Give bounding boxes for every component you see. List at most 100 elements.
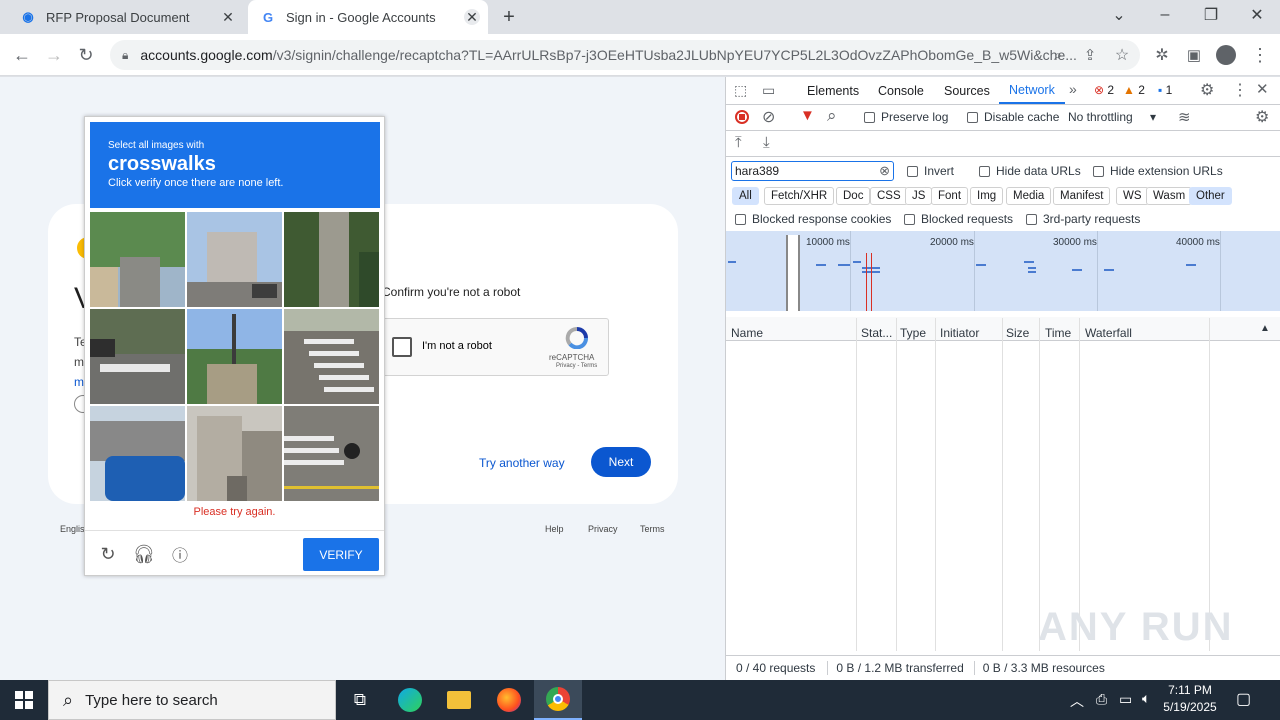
hide-extension-urls-checkbox[interactable]: Hide extension URLs (1093, 164, 1223, 178)
challenge-tile[interactable] (187, 406, 282, 501)
address-bar[interactable]: 🔒︎ accounts.google.com/v3/signin/challen… (110, 40, 1140, 70)
clear-icon[interactable]: ⊘ (762, 107, 775, 127)
window-close-icon[interactable]: ✕ (1234, 0, 1280, 30)
sort-arrow-icon[interactable]: ▲ (1260, 323, 1270, 334)
footer-help[interactable]: Help (545, 524, 564, 534)
filter-manifest[interactable]: Manifest (1053, 187, 1111, 205)
next-button[interactable]: Next (591, 447, 651, 477)
close-icon[interactable]: ✕ (220, 9, 236, 25)
challenge-tile[interactable] (90, 309, 185, 404)
minimize-icon[interactable]: – (1142, 0, 1188, 30)
disable-cache-checkbox[interactable]: Disable cache (967, 110, 1059, 124)
overview-selection-handle[interactable] (786, 235, 800, 311)
invert-checkbox[interactable]: Invert (907, 164, 954, 178)
blocked-cookies-checkbox[interactable]: Blocked response cookies (735, 212, 891, 226)
tray-app-icon[interactable]: ⎙ (1096, 691, 1107, 708)
warning-count[interactable]: ▲ 2 (1123, 83, 1145, 97)
taskbar-clock[interactable]: 7:11 PM 5/19/2025 (1160, 682, 1220, 718)
notifications-icon[interactable]: ▢ (1236, 689, 1251, 709)
tab-search-icon[interactable]: ⌄ (1096, 0, 1142, 30)
firefox-icon[interactable] (485, 680, 533, 720)
challenge-tile[interactable] (284, 406, 379, 501)
challenge-tile[interactable] (90, 406, 185, 501)
filter-js[interactable]: JS (905, 187, 933, 205)
filter-other[interactable]: Other (1189, 187, 1232, 205)
try-another-link[interactable]: Try another way (479, 456, 565, 470)
language-selector[interactable]: Englis (60, 524, 85, 534)
menu-dots-icon[interactable]: ⋮ (1247, 42, 1273, 68)
challenge-tile[interactable] (187, 309, 282, 404)
close-icon[interactable]: ✕ (464, 9, 480, 25)
tab-rfp[interactable]: ◉ RFP Proposal Document ✕ (8, 0, 244, 34)
close-devtools-icon[interactable]: ✕ (1256, 80, 1269, 98)
import-har-icon[interactable]: ⤒ (735, 134, 742, 151)
settings-gear-icon[interactable]: ⚙ (1200, 80, 1214, 100)
taskbar-search-box[interactable]: ⌕ Type here to search (48, 680, 336, 720)
challenge-tile[interactable] (284, 212, 379, 307)
devtools-menu-icon[interactable]: ⋮ (1232, 80, 1248, 100)
throttling-select[interactable]: No throttling ▾ (1068, 110, 1156, 124)
recaptcha-links[interactable]: Privacy - Terms (556, 363, 597, 369)
filter-font[interactable]: Font (931, 187, 969, 205)
record-stop-icon[interactable] (735, 110, 749, 124)
more-tabs-icon[interactable]: » (1069, 81, 1077, 97)
tray-chevron-icon[interactable]: ︿ (1070, 691, 1084, 711)
network-conditions-icon[interactable]: ≋ (1178, 108, 1191, 126)
filter-input[interactable]: hara389 ⊗ (731, 161, 894, 181)
preserve-log-checkbox[interactable]: Preserve log (864, 110, 948, 124)
side-panel-icon[interactable]: ▣ (1181, 42, 1207, 68)
new-tab-icon[interactable]: + (498, 6, 520, 28)
search-icon[interactable]: ⌕ (827, 106, 837, 126)
challenge-tile[interactable] (284, 309, 379, 404)
forward-icon[interactable]: → (41, 42, 67, 68)
chrome-icon[interactable] (534, 680, 582, 720)
column-waterfall[interactable]: Waterfall (1085, 326, 1132, 342)
windows-start-icon[interactable] (0, 680, 48, 720)
column-initiator[interactable]: Initiator (940, 326, 979, 342)
filter-all[interactable]: All (732, 187, 759, 205)
filter-wasm[interactable]: Wasm (1146, 187, 1193, 205)
bookmark-star-icon[interactable]: ☆ (1109, 42, 1135, 68)
hide-data-urls-checkbox[interactable]: Hide data URLs (979, 164, 1081, 178)
footer-terms[interactable]: Terms (640, 524, 665, 534)
filter-img[interactable]: Img (970, 187, 1004, 205)
error-count[interactable]: ⊗ 2 (1094, 83, 1114, 97)
tab-sources[interactable]: Sources (944, 77, 990, 104)
column-time[interactable]: Time (1045, 326, 1071, 342)
share-icon[interactable]: ⇪ (1077, 42, 1103, 68)
challenge-tile[interactable] (187, 212, 282, 307)
footer-privacy[interactable]: Privacy (588, 524, 618, 534)
file-explorer-icon[interactable] (435, 680, 483, 720)
verify-button[interactable]: VERIFY (303, 538, 379, 571)
network-settings-icon[interactable]: ⚙ (1255, 107, 1269, 127)
filter-fetch-xhr[interactable]: Fetch/XHR (764, 187, 835, 205)
inspect-icon[interactable]: ⬚ (734, 82, 747, 99)
device-toggle-icon[interactable]: ▭ (762, 82, 775, 99)
filter-icon[interactable]: ▼ (800, 107, 815, 124)
extensions-icon[interactable]: ✲ (1149, 42, 1175, 68)
column-name[interactable]: Name (731, 326, 763, 342)
reload-challenge-icon[interactable]: ↻ (96, 542, 120, 566)
recaptcha-checkbox[interactable] (392, 337, 412, 357)
filter-ws[interactable]: WS (1116, 187, 1149, 205)
tab-console[interactable]: Console (878, 77, 924, 104)
column-status[interactable]: Stat... (861, 326, 892, 342)
profile-avatar[interactable] (1213, 42, 1239, 68)
filter-doc[interactable]: Doc (836, 187, 871, 205)
edge-icon[interactable] (386, 680, 434, 720)
search-icon[interactable]: ⌕ (1045, 42, 1071, 68)
volume-icon[interactable]: 🔈︎ (1142, 690, 1150, 707)
tab-signin[interactable]: G Sign in - Google Accounts ✕ (248, 0, 488, 34)
column-type[interactable]: Type (900, 326, 926, 342)
filter-css[interactable]: CSS (870, 187, 908, 205)
info-icon[interactable]: ⓘ (168, 542, 192, 566)
third-party-checkbox[interactable]: 3rd-party requests (1026, 212, 1140, 226)
tab-network[interactable]: Network (999, 77, 1065, 104)
network-overview[interactable]: 10000 ms 20000 ms 30000 ms 40000 ms (726, 231, 1280, 311)
audio-challenge-icon[interactable]: 🎧︎ (132, 542, 156, 566)
reload-icon[interactable]: ↻ (73, 42, 99, 68)
back-icon[interactable]: ← (9, 42, 35, 68)
filter-media[interactable]: Media (1006, 187, 1052, 205)
maximize-icon[interactable]: ❐ (1188, 0, 1234, 30)
tab-elements[interactable]: Elements (807, 77, 859, 104)
